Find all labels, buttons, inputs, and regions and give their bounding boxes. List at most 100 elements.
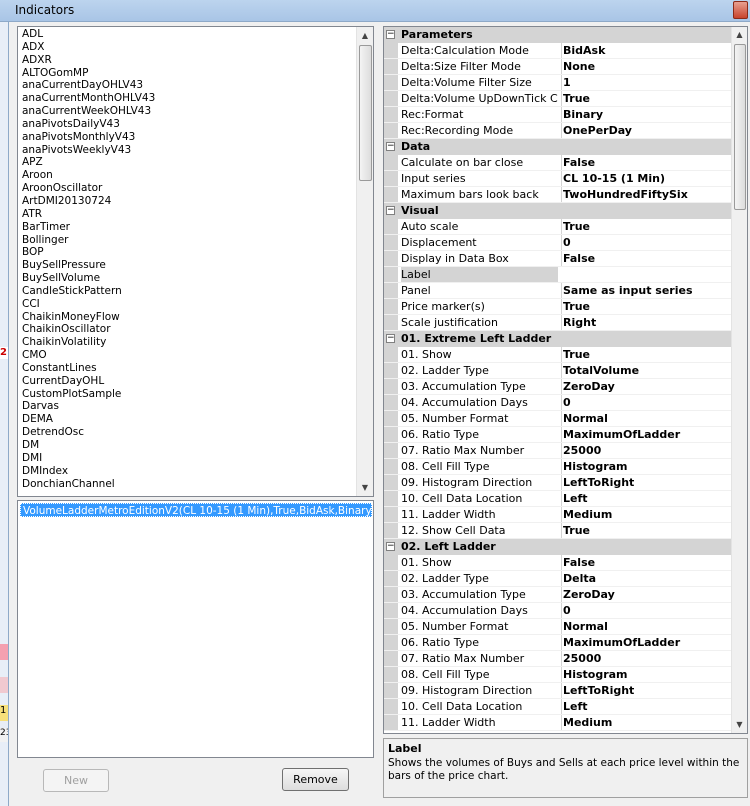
indicator-list-item[interactable]: Darvas — [22, 400, 155, 413]
indicator-list-item[interactable]: BarTimer — [22, 221, 155, 234]
applied-indicator-item[interactable]: VolumeLadderMetroEditionV2(CL 10-15 (1 M… — [20, 503, 372, 517]
property-value[interactable]: False — [561, 555, 732, 570]
property-value[interactable]: MaximumOfLadder — [561, 427, 732, 442]
collapse-toggle-icon[interactable]: − — [386, 30, 395, 39]
property-value[interactable]: 0 — [561, 603, 732, 618]
property-value[interactable]: Medium — [561, 507, 732, 522]
property-value[interactable]: 0 — [561, 235, 732, 250]
property-value[interactable]: Delta — [561, 571, 732, 586]
indicator-list-item[interactable]: DEMA — [22, 413, 155, 426]
indicator-list-item[interactable]: DMIndex — [22, 465, 155, 478]
property-value[interactable]: True — [561, 523, 732, 538]
indicator-list-item[interactable]: anaCurrentMonthOHLV43 — [22, 92, 155, 105]
indicator-list-item[interactable]: APZ — [22, 156, 155, 169]
property-row[interactable]: 03. Accumulation Type ZeroDay — [384, 587, 732, 603]
property-value[interactable]: Medium — [561, 715, 732, 730]
property-value[interactable]: ZeroDay — [561, 379, 732, 394]
property-value[interactable]: Binary — [561, 107, 732, 122]
property-category[interactable]: −02. Left Ladder — [384, 539, 732, 555]
property-row[interactable]: 05. Number Format Normal — [384, 619, 732, 635]
property-row[interactable]: Calculate on bar close False — [384, 155, 732, 171]
property-row[interactable]: Scale justification Right — [384, 315, 732, 331]
indicator-list-item[interactable]: CurrentDayOHL — [22, 375, 155, 388]
property-row[interactable]: Delta:Calculation Mode BidAsk — [384, 43, 732, 59]
property-row[interactable]: Label — [384, 267, 732, 283]
property-row[interactable]: 11. Ladder Width Medium — [384, 507, 732, 523]
property-value[interactable]: Normal — [561, 619, 732, 634]
property-value[interactable]: True — [561, 299, 732, 314]
indicator-list-item[interactable]: BuySellPressure — [22, 259, 155, 272]
property-row[interactable]: 01. Show True — [384, 347, 732, 363]
property-value[interactable]: True — [561, 219, 732, 234]
indicator-list-item[interactable]: ChaikinMoneyFlow — [22, 311, 155, 324]
indicator-list-item[interactable]: DonchianChannel — [22, 478, 155, 491]
property-value[interactable]: Histogram — [561, 667, 732, 682]
indicator-list-item[interactable]: ATR — [22, 208, 155, 221]
property-category[interactable]: − Parameters — [384, 27, 732, 43]
property-row[interactable]: Delta:Volume Filter Size 1 — [384, 75, 732, 91]
property-value[interactable]: TotalVolume — [561, 363, 732, 378]
property-row[interactable]: Price marker(s) True — [384, 299, 732, 315]
property-value[interactable]: ZeroDay — [561, 587, 732, 602]
indicator-list-item[interactable]: DMI — [22, 452, 155, 465]
property-value[interactable]: Left — [561, 699, 732, 714]
property-row[interactable]: 07. Ratio Max Number 25000 — [384, 651, 732, 667]
indicator-list-item[interactable]: ADX — [22, 41, 155, 54]
property-row[interactable]: 04. Accumulation Days 0 — [384, 395, 732, 411]
property-grid[interactable]: − Parameters Delta:Calculation Mode BidAsk D… — [383, 26, 748, 734]
indicator-list-item[interactable]: BuySellVolume — [22, 272, 155, 285]
indicator-list-item[interactable]: DetrendOsc — [22, 426, 155, 439]
collapse-toggle-icon[interactable]: − — [386, 142, 395, 151]
property-value[interactable]: BidAsk — [561, 43, 732, 58]
property-value[interactable]: LeftToRight — [561, 683, 732, 698]
property-row[interactable]: Panel Same as input series — [384, 283, 732, 299]
indicator-list-item[interactable]: CustomPlotSample — [22, 388, 155, 401]
property-value[interactable]: Left — [561, 491, 732, 506]
indicator-list-item[interactable]: anaPivotsDailyV43 — [22, 118, 155, 131]
property-row[interactable]: Input series CL 10-15 (1 Min) — [384, 171, 732, 187]
grid-scroll-up-arrow-icon[interactable]: ▲ — [732, 27, 747, 43]
indicator-list-item[interactable]: anaCurrentWeekOHLV43 — [22, 105, 155, 118]
property-row[interactable]: 04. Accumulation Days 0 — [384, 603, 732, 619]
grid-scroll-down-arrow-icon[interactable]: ▼ — [732, 717, 747, 733]
property-value[interactable]: Right — [561, 315, 732, 330]
property-value[interactable]: True — [561, 91, 732, 106]
property-value[interactable]: Same as input series — [561, 283, 732, 298]
property-row[interactable]: Maximum bars look back TwoHundredFiftySix — [384, 187, 732, 203]
property-row[interactable]: Displacement 0 — [384, 235, 732, 251]
indicator-list-item[interactable]: CCI — [22, 298, 155, 311]
indicator-list-item[interactable]: ConstantLines — [22, 362, 155, 375]
indicator-list-item[interactable]: AroonOscillator — [22, 182, 155, 195]
scroll-up-arrow-icon[interactable]: ▲ — [357, 27, 373, 44]
property-row[interactable]: 10. Cell Data Location Left — [384, 699, 732, 715]
indicator-list-item[interactable]: ADXR — [22, 54, 155, 67]
close-button[interactable] — [733, 1, 748, 19]
indicator-list-item[interactable]: Aroon — [22, 169, 155, 182]
indicator-list-item[interactable]: anaPivotsMonthlyV43 — [22, 131, 155, 144]
indicator-list-item[interactable]: ChaikinOscillator — [22, 323, 155, 336]
property-category[interactable]: − Visual — [384, 203, 732, 219]
property-row[interactable]: 10. Cell Data Location Left — [384, 491, 732, 507]
property-row[interactable]: 06. Ratio Type MaximumOfLadder — [384, 427, 732, 443]
indicator-list-item[interactable]: DM — [22, 439, 155, 452]
property-row[interactable]: 09. Histogram Direction LeftToRight — [384, 683, 732, 699]
property-row[interactable]: 03. Accumulation Type ZeroDay — [384, 379, 732, 395]
scroll-down-arrow-icon[interactable]: ▼ — [357, 479, 373, 496]
property-row[interactable]: 09. Histogram Direction LeftToRight — [384, 475, 732, 491]
applied-indicators-list[interactable]: VolumeLadderMetroEditionV2(CL 10-15 (1 M… — [17, 500, 374, 758]
property-row[interactable]: Delta:Size Filter Mode None — [384, 59, 732, 75]
property-grid-scrollbar[interactable]: ▲ ▼ — [731, 27, 747, 733]
property-row[interactable]: 05. Number Format Normal — [384, 411, 732, 427]
property-value[interactable]: True — [561, 347, 732, 362]
property-value[interactable]: 25000 — [561, 443, 732, 458]
property-row[interactable]: 02. Ladder Type Delta — [384, 571, 732, 587]
property-value[interactable]: CL 10-15 (1 Min) — [561, 171, 732, 186]
property-category[interactable]: −01. Extreme Left Ladder — [384, 331, 732, 347]
new-button[interactable]: New — [43, 769, 109, 792]
indicator-list-item[interactable]: ADL — [22, 28, 155, 41]
property-row[interactable]: Rec:Format Binary — [384, 107, 732, 123]
property-value[interactable]: 1 — [561, 75, 732, 90]
property-row[interactable]: 07. Ratio Max Number 25000 — [384, 443, 732, 459]
property-value[interactable]: None — [561, 59, 732, 74]
indicator-list-item[interactable]: BOP — [22, 246, 155, 259]
